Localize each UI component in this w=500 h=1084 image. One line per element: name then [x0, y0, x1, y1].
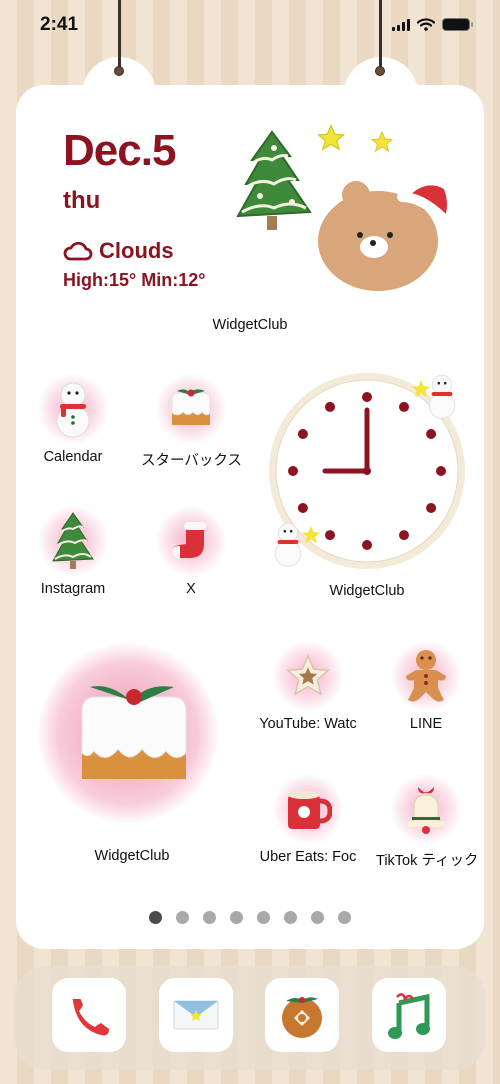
dock	[14, 966, 486, 1070]
hanging-string-left	[118, 0, 121, 72]
bear-with-santa-hat-icon	[318, 181, 449, 291]
status-time: 2:41	[40, 14, 79, 35]
stocking-icon	[172, 522, 206, 558]
app-line[interactable]: LINE	[376, 640, 476, 732]
dock-app-mail[interactable]	[159, 978, 233, 1052]
photo-widget-label: WidgetClub	[94, 848, 170, 864]
page-dot[interactable]	[149, 911, 162, 924]
clock-hour-marker	[325, 401, 335, 412]
page-dot[interactable]	[257, 911, 270, 924]
app-label: LINE	[409, 716, 443, 732]
page-dot[interactable]	[284, 911, 297, 924]
mail-icon	[173, 1000, 219, 1030]
gingerbread-man-icon	[406, 650, 446, 702]
app-starbucks[interactable]: スターバックス	[141, 373, 241, 470]
page-indicator[interactable]	[16, 911, 484, 924]
app-instagram[interactable]: Instagram	[23, 505, 123, 597]
dock-app-phone[interactable]	[52, 978, 126, 1052]
christmas-tree-icon	[52, 512, 94, 569]
christmas-pudding-icon	[81, 686, 187, 779]
clock-hour-marker	[297, 429, 308, 439]
red-mug-icon	[288, 791, 332, 829]
clock-hour-marker	[399, 530, 409, 541]
christmas-tree-decoration-icon	[236, 130, 312, 230]
clock-widget[interactable]	[264, 368, 470, 574]
clock-hour-marker	[297, 503, 308, 513]
music-note-icon	[388, 993, 430, 1039]
clock-hour-marker	[362, 540, 372, 550]
clock-hour-marker	[362, 392, 372, 402]
battery-icon	[442, 18, 473, 31]
cloud-icon	[63, 241, 93, 261]
page-dot[interactable]	[338, 911, 351, 924]
phone-icon	[71, 993, 109, 1036]
donut-icon	[282, 997, 322, 1038]
clock-hour-marker	[288, 466, 298, 476]
weather-condition-text: Clouds	[99, 238, 174, 263]
weather-widget-label: WidgetClub	[212, 317, 288, 333]
clock-hour-marker	[426, 429, 437, 439]
bell-icon	[408, 787, 444, 834]
app-calendar[interactable]: Calendar	[23, 373, 123, 465]
app-youtube[interactable]: YouTube: Watc	[258, 640, 358, 732]
clock-hour-marker	[436, 466, 446, 476]
cellular-signal-icon	[392, 18, 410, 31]
page-dot[interactable]	[203, 911, 216, 924]
pin-left	[114, 66, 124, 76]
page-dot[interactable]	[311, 911, 324, 924]
clock-hour-marker	[399, 401, 409, 412]
status-icons	[392, 18, 473, 31]
star-icon	[370, 130, 394, 153]
app-x[interactable]: X	[141, 505, 241, 597]
home-screen-card: Dec.5 thu Clouds High:15° Min:12° Widget…	[16, 85, 484, 949]
status-bar: 2:41	[0, 0, 500, 54]
app-label: YouTube: Watc	[259, 716, 357, 732]
app-tiktok[interactable]: TikTok ティック	[376, 773, 476, 870]
weather-condition: Clouds	[63, 238, 174, 264]
clock-hour-marker	[426, 503, 437, 513]
christmas-cake-icon	[171, 389, 211, 425]
clock-hour-marker	[325, 530, 335, 541]
photo-widget[interactable]	[38, 643, 218, 823]
pin-right	[375, 66, 385, 76]
app-label: スターバックス	[141, 453, 241, 469]
star-icon	[316, 123, 346, 151]
app-label: TikTok ティック	[376, 853, 476, 869]
weather-temps: High:15° Min:12°	[63, 270, 206, 290]
app-uber-eats[interactable]: Uber Eats: Foc	[258, 773, 358, 865]
snowman-icon	[56, 382, 90, 438]
dock-app-browser[interactable]	[265, 978, 339, 1052]
wifi-icon	[417, 18, 435, 31]
page-dot[interactable]	[230, 911, 243, 924]
page-dot[interactable]	[176, 911, 189, 924]
app-label: Uber Eats: Foc	[259, 849, 357, 865]
star-cookie-icon	[285, 653, 331, 696]
widget-date: Dec.5	[63, 126, 176, 175]
app-label: Calendar	[43, 449, 103, 465]
widget-weekday: thu	[63, 187, 101, 214]
dock-app-music[interactable]	[372, 978, 446, 1052]
star-icon	[411, 379, 431, 398]
app-label: Instagram	[40, 581, 106, 597]
clock-widget-label: WidgetClub	[329, 583, 405, 599]
hanging-string-right	[379, 0, 382, 72]
app-label: X	[186, 581, 196, 597]
star-icon	[301, 525, 321, 544]
